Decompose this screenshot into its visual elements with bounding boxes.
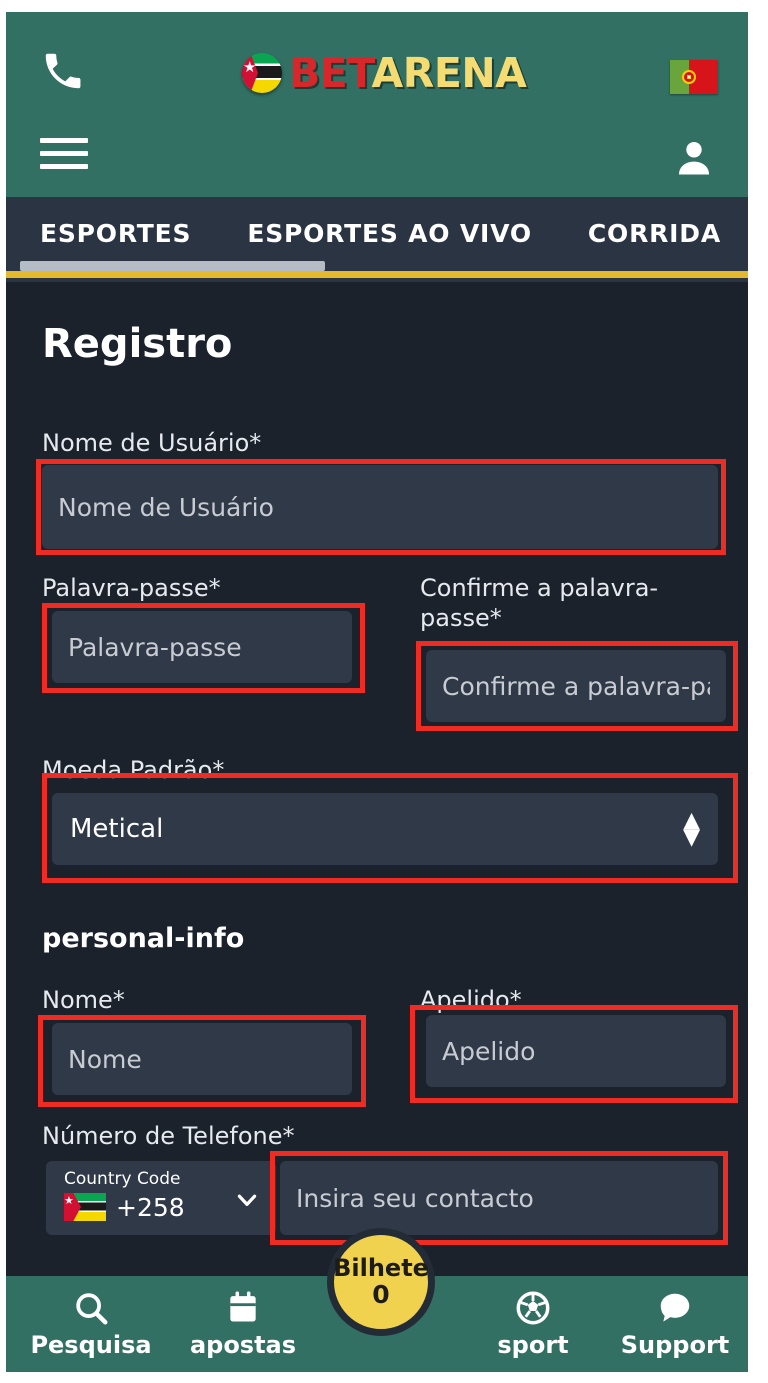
last-name-input[interactable] [426,1015,726,1087]
mozambique-flag-icon [242,53,282,93]
bottom-nav-label-sport: sport [497,1331,569,1359]
first-name-label: Nome* [42,986,125,1014]
brand-logo[interactable]: BETARENA [242,47,527,99]
personal-info-heading: personal-info [42,923,245,954]
logo-arena-text: ARENA [371,48,527,97]
country-code-value: +258 [116,1193,185,1222]
tab-esportes[interactable]: ESPORTES [6,219,219,248]
search-icon [76,1293,108,1325]
portugal-flag-icon[interactable] [670,60,718,94]
bottom-nav-label-pesquisa: Pesquisa [30,1331,152,1359]
flag-emblem [682,70,696,84]
user-account-icon[interactable] [672,136,716,180]
first-name-input[interactable] [52,1023,352,1095]
mozambique-flag-icon [64,1193,106,1221]
app-window: BETARENA ESPORTES ESPORTES AO VIVO CORRI… [6,12,748,1372]
page-title: Registro [42,321,233,367]
soccer-ball-icon [516,1291,550,1325]
password-label: Palavra-passe* [42,574,221,602]
tab-esportes-ao-vivo[interactable]: ESPORTES AO VIVO [219,219,560,248]
nav-scrollbar-thumb[interactable] [20,261,325,271]
username-input[interactable] [42,465,718,549]
username-label: Nome de Usuário* [42,429,262,457]
currency-select[interactable]: Metical ▲ ▼ [52,793,718,865]
nav-tab-list: ESPORTES ESPORTES AO VIVO CORRIDA [6,197,748,269]
registration-form: Registro Nome de Usuário* Palavra-passe*… [6,293,748,1276]
country-code-label: Country Code [64,1169,181,1189]
currency-selected-value: Metical [70,814,164,844]
phone-icon[interactable] [40,48,86,94]
phone-number-input[interactable] [280,1161,718,1235]
phone-label: Número de Telefone* [42,1122,295,1150]
confirm-password-label: Confirme a palavra-passe* [420,574,659,632]
bottom-nav-item-apostas[interactable]: apostas [168,1276,318,1372]
logo-bet-text: BET [289,48,372,97]
password-input[interactable] [52,611,352,683]
betslip-title: Bilhete [333,1254,429,1283]
select-updown-icon: ▲ ▼ [683,807,700,850]
calendar-icon [230,1291,256,1322]
bottom-nav-item-pesquisa[interactable]: Pesquisa [16,1276,166,1372]
country-code-select[interactable]: Country Code +258 [46,1161,276,1235]
bottom-nav-item-support[interactable]: Support [600,1276,748,1372]
bottom-nav-label-support: Support [620,1331,730,1359]
tab-corrida[interactable]: CORRIDA [560,219,748,248]
hamburger-menu-icon[interactable] [40,138,88,176]
hamburger-bar [40,138,88,143]
hamburger-bar [40,164,88,169]
betslip-fab-button[interactable]: Bilhete 0 [327,1228,435,1336]
bottom-navigation-bar: Pesquisa apostas Bilhete 0 sport Support [6,1228,748,1372]
sports-nav-bar[interactable]: ESPORTES ESPORTES AO VIVO CORRIDA [6,197,748,282]
nav-underline [6,271,748,278]
confirm-password-input[interactable] [426,650,726,722]
betslip-count: 0 [372,1280,390,1310]
chevron-down-icon [237,1194,257,1206]
app-header: BETARENA [6,12,748,197]
chat-bubble-icon [660,1293,690,1322]
currency-label: Moeda Padrão* [42,756,225,784]
bottom-nav-label-apostas: apostas [189,1331,297,1359]
last-name-label: Apelido* [420,986,522,1014]
brand-logo-text: BETARENA [289,52,527,94]
hamburger-bar [40,151,88,156]
bottom-nav-item-sport[interactable]: sport [458,1276,608,1372]
